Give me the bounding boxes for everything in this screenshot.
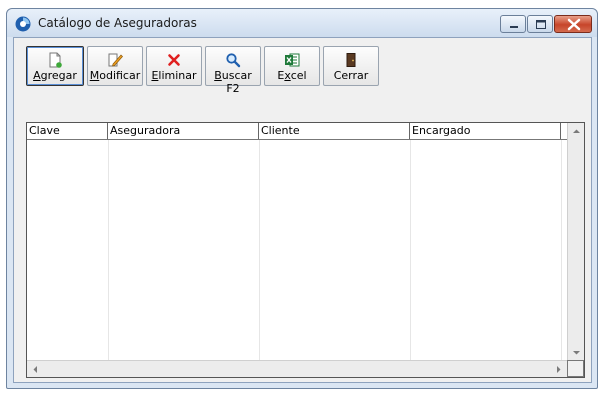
agregar-button[interactable]: Agregar xyxy=(26,46,84,86)
red-x-icon xyxy=(168,54,180,66)
vertical-scrollbar[interactable] xyxy=(567,123,584,361)
maximize-button[interactable] xyxy=(527,15,553,33)
cerrar-label: Cerrar xyxy=(333,69,369,82)
app-circle-icon xyxy=(15,16,31,32)
excel-label: Excel xyxy=(277,69,307,82)
catalog-window: Catálogo de Aseguradoras Agregar Modific… xyxy=(6,8,598,389)
scroll-down-icon[interactable] xyxy=(568,344,585,361)
scroll-right-icon[interactable] xyxy=(550,361,567,378)
column-header-clave[interactable]: Clave xyxy=(27,123,108,139)
close-button[interactable] xyxy=(554,15,592,33)
minimize-icon xyxy=(510,26,518,28)
scroll-left-icon[interactable] xyxy=(27,361,44,378)
column-header-aseguradora[interactable]: Aseguradora xyxy=(108,123,259,139)
excel-button[interactable]: Excel xyxy=(264,46,320,86)
eliminar-label: Eliminar xyxy=(151,69,197,82)
maximize-icon xyxy=(536,20,546,29)
buscar-button[interactable]: Buscar F2 xyxy=(205,46,261,95)
modificar-button[interactable]: Modificar xyxy=(87,46,143,86)
horizontal-scrollbar[interactable] xyxy=(27,360,567,377)
window-title: Catálogo de Aseguradoras xyxy=(38,16,197,30)
cerrar-button[interactable]: Cerrar xyxy=(323,46,379,86)
title-bar[interactable]: Catálogo de Aseguradoras xyxy=(7,9,597,37)
eliminar-button[interactable]: Eliminar xyxy=(146,46,202,86)
edit-pencil-icon xyxy=(108,53,123,67)
column-divider xyxy=(108,140,109,360)
column-header-encargado[interactable]: Encargado xyxy=(410,123,561,139)
close-icon xyxy=(567,18,581,31)
minimize-button[interactable] xyxy=(500,15,526,33)
scrollbar-corner xyxy=(567,360,584,377)
window-client-area: Agregar Modificar Eliminar Buscar F2 Exc… xyxy=(13,37,592,383)
door-icon xyxy=(346,53,356,67)
column-header-cliente[interactable]: Cliente xyxy=(259,123,410,139)
agregar-label: Agregar xyxy=(33,69,77,82)
column-divider xyxy=(410,140,411,360)
modificar-label: Modificar xyxy=(89,69,141,82)
column-divider xyxy=(561,140,562,360)
new-document-icon xyxy=(49,52,62,68)
buscar-label: Buscar F2 xyxy=(214,69,252,95)
column-divider xyxy=(259,140,260,360)
aseguradoras-grid[interactable]: Clave Aseguradora Cliente Encargado xyxy=(26,122,585,378)
grid-header: Clave Aseguradora Cliente Encargado xyxy=(27,123,567,140)
excel-icon xyxy=(285,53,300,67)
toolbar: Agregar Modificar Eliminar Buscar F2 Exc… xyxy=(26,46,382,95)
scroll-up-icon[interactable] xyxy=(568,123,585,140)
magnifier-icon xyxy=(226,53,241,68)
